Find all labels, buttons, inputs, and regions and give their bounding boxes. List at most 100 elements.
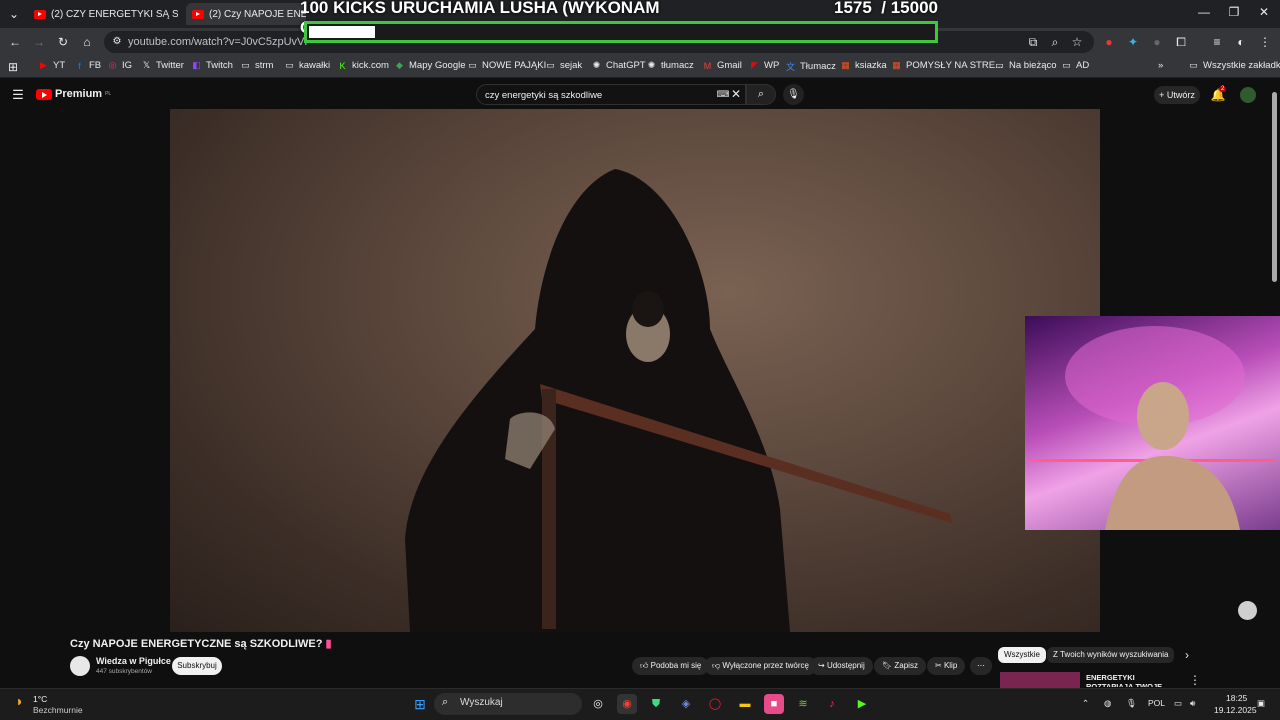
minimize-icon[interactable]: —: [1194, 5, 1214, 23]
hamburger-menu-icon[interactable]: ☰: [9, 86, 27, 104]
site-info-icon[interactable]: ⚙: [108, 33, 126, 51]
tiktok-icon[interactable]: ♪: [822, 694, 842, 714]
opera-icon[interactable]: ◯: [705, 694, 725, 714]
bookmark-item[interactable]: ◎ IG: [107, 60, 132, 71]
windows-start-icon[interactable]: ⊞: [410, 694, 430, 714]
tray-overflow-icon[interactable]: ⌃: [1082, 698, 1089, 709]
extension-icon[interactable]: ✦: [1124, 33, 1142, 51]
clip-button[interactable]: ✂ Klip: [927, 657, 966, 675]
reload-icon[interactable]: ↻: [54, 33, 72, 51]
weather-temp[interactable]: 1°C: [33, 694, 47, 704]
menu-dots-icon[interactable]: ⋮: [1256, 33, 1274, 51]
bookmark-item[interactable]: 𝕏 Twitter: [141, 60, 184, 71]
chrome-icon[interactable]: ◉: [617, 694, 637, 714]
reading-list-icon[interactable]: ≡: [1208, 33, 1226, 51]
scroll-to-top-button[interactable]: [1238, 601, 1257, 620]
create-button[interactable]: + Utwórz: [1154, 86, 1200, 104]
video-player[interactable]: [170, 109, 1100, 632]
clock-date[interactable]: 19.12.2025: [1214, 705, 1257, 715]
app-icon[interactable]: ■: [764, 694, 784, 714]
chip-all[interactable]: Wszystkie: [998, 647, 1046, 663]
record-extension-icon[interactable]: ●: [1100, 33, 1118, 51]
bookmark-label: FB: [89, 60, 102, 71]
obs-icon[interactable]: ◎: [588, 694, 608, 714]
youtube-search-input[interactable]: czy energetyki są szkodliwe: [476, 84, 746, 105]
profile-icon[interactable]: ◐: [1232, 33, 1250, 51]
dislike-button[interactable]: 👎︎ Wyłączone przez twórcę: [704, 657, 817, 675]
kick-app-icon[interactable]: ▶: [852, 694, 872, 714]
home-icon[interactable]: ⌂: [78, 33, 96, 51]
bookmark-item[interactable]: ◆ Mapy Google: [394, 60, 466, 71]
bookmark-item[interactable]: ▭ Na bieżąco: [994, 60, 1056, 71]
stack-app-icon[interactable]: ≋: [793, 694, 813, 714]
taskbar-search[interactable]: Wyszukaj: [434, 693, 582, 715]
bookmark-star-icon[interactable]: ☆: [1068, 33, 1086, 51]
tab-napoje[interactable]: (2) Czy NAPOJE ENERGETYCZ: [186, 3, 306, 25]
apps-grid-icon[interactable]: ⊞: [4, 58, 22, 76]
page-scrollbar[interactable]: [1272, 92, 1277, 282]
network-icon[interactable]: ▭: [1174, 698, 1182, 709]
clear-search-icon[interactable]: ✕: [727, 85, 745, 103]
bookmark-label: Twitch: [206, 60, 233, 71]
bookmark-item[interactable]: ▶ YT: [38, 60, 65, 71]
youtube-logo[interactable]: Premium PL: [36, 88, 111, 100]
bookmark-item[interactable]: ▦ POMYSŁY NA STRE...: [891, 60, 1003, 71]
share-button[interactable]: ↪ Udostępnij: [810, 657, 873, 675]
tray-app-icon[interactable]: ◍: [1104, 698, 1111, 709]
language-indicator[interactable]: POL: [1148, 698, 1165, 708]
weather-desc[interactable]: Bezchmurnie: [33, 705, 83, 715]
bookmark-item[interactable]: ▭ sejak: [545, 60, 582, 71]
volume-icon[interactable]: 🔊︎: [1190, 698, 1195, 709]
youtube-logo-icon: [36, 88, 52, 100]
more-actions-button[interactable]: ⋯: [970, 657, 992, 675]
url-text[interactable]: youtube.com/watch?v=J0vC5zpUvVI: [128, 36, 307, 48]
discord-icon[interactable]: ◈: [676, 694, 696, 714]
bookmark-label: Gmail: [717, 60, 742, 71]
bookmark-label: tłumacz: [661, 60, 694, 71]
bookmark-item[interactable]: ✺ tłumacz: [646, 60, 694, 71]
install-app-icon[interactable]: ⧉: [1024, 33, 1042, 51]
microsoft-icon: ▦: [841, 60, 850, 70]
all-bookmarks[interactable]: ▭ Wszystkie zakładki: [1188, 60, 1280, 71]
file-explorer-icon[interactable]: ▬: [735, 694, 755, 714]
notifications-icon[interactable]: ▣: [1257, 698, 1265, 709]
save-button[interactable]: 🔖︎ Zapisz: [874, 657, 926, 675]
extension-icon[interactable]: ●: [1148, 33, 1166, 51]
channel-name[interactable]: Wiedza w Pigułce: [96, 656, 171, 666]
close-window-icon[interactable]: ✕: [1254, 5, 1274, 23]
chevron-right-icon[interactable]: ›: [1178, 646, 1196, 664]
shield-app-icon[interactable]: ⛊: [646, 694, 666, 714]
bookmark-item[interactable]: ▭ AD: [1061, 60, 1089, 71]
tab-search-icon[interactable]: ⌄: [5, 5, 23, 23]
voice-search-button[interactable]: 🎙: [783, 84, 804, 105]
tab-energetyki[interactable]: (2) CZY ENERGETYKI SĄ SZKOD ✕: [28, 3, 178, 25]
microphone-icon[interactable]: 🎙︎: [1126, 698, 1137, 709]
bookmark-item[interactable]: Kkick.com: [337, 60, 388, 71]
like-button[interactable]: 👍︎ Podoba mi się: [632, 657, 710, 675]
subscribe-button[interactable]: Subskrybuj: [172, 657, 222, 675]
bookmarks-overflow-icon[interactable]: »: [1158, 60, 1163, 71]
next-video-title[interactable]: ENERGETYKI ROZTAPIAJĄ TWOJE PRZYROSTY: [1086, 673, 1176, 687]
clock-time[interactable]: 18:25: [1226, 693, 1247, 703]
puzzle-icon[interactable]: ⧠: [1172, 33, 1190, 51]
back-icon[interactable]: ←: [6, 33, 24, 51]
maximize-icon[interactable]: ❐: [1224, 5, 1244, 23]
bookmark-item[interactable]: ✺ ChatGPT: [591, 60, 646, 71]
zoom-icon[interactable]: ⌕: [1046, 33, 1064, 51]
bookmark-item[interactable]: ◧ Twitch: [191, 60, 233, 71]
bookmark-item[interactable]: ▦ ksiazka: [840, 60, 886, 71]
bookmark-item[interactable]: M Gmail: [702, 60, 742, 71]
bookmark-item[interactable]: ▭ kawałki: [284, 60, 330, 71]
bookmark-item[interactable]: ◤ WP: [749, 60, 779, 71]
account-avatar[interactable]: [1240, 87, 1256, 103]
chip-from-search[interactable]: Z Twoich wyników wyszukiwania: [1047, 647, 1175, 663]
bookmark-item[interactable]: 文 Tłumacz: [785, 60, 836, 73]
next-video-menu-icon[interactable]: ⋮: [1186, 671, 1204, 689]
bookmark-label: Mapy Google: [409, 60, 466, 71]
bookmark-item[interactable]: ▭ strm: [240, 60, 273, 71]
channel-avatar[interactable]: [70, 656, 90, 676]
bookmark-item[interactable]: ▭ NOWE PAJĄKI: [467, 60, 546, 71]
bookmark-item[interactable]: f FB: [74, 60, 101, 71]
forward-icon[interactable]: →: [30, 33, 48, 51]
search-button[interactable]: ⌕: [746, 84, 776, 105]
